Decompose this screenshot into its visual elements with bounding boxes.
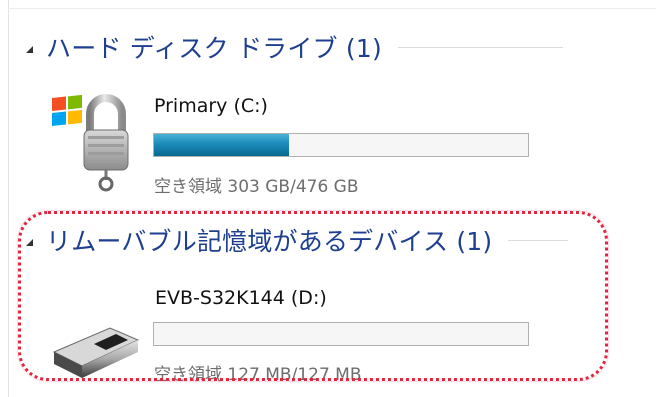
window-top-border [8,0,656,9]
collapse-triangle-icon[interactable] [26,45,33,53]
free-space-text: 空き領域 303 GB/476 GB [154,177,359,197]
group-header-hard-disks[interactable]: ハード ディスク ドライブ (1) [26,29,563,65]
window-left-border [0,0,9,397]
usage-bar [153,133,529,157]
group-title: ハード ディスク ドライブ (1) [46,34,382,63]
highlight-annotation [18,211,608,381]
drive-name: Primary (C:) [154,95,268,117]
usage-bar-fill [154,134,289,156]
group-divider [397,46,563,48]
windows-drive-lock-icon [52,94,129,192]
